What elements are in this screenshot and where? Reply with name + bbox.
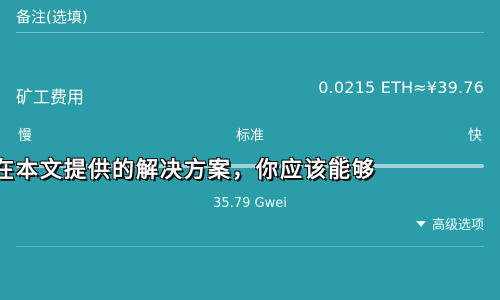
speed-standard-label: 标准 [236,128,264,144]
overlay-watermark-text: 在本文提供的解决方案，你应该能够 [0,157,377,183]
chevron-down-icon [415,220,426,227]
speed-slow-label: 慢 [18,128,32,144]
fee-label: 矿工费用 [16,88,84,108]
remark-label: 备注(选填) [16,8,88,26]
gas-price-gwei: 35.79 Gwei [213,196,287,211]
advanced-options-label: 高级选项 [431,218,484,233]
fee-value: 0.0215 ETH≈¥39.76 [318,78,484,97]
advanced-options-toggle[interactable]: 高级选项 [415,214,484,233]
bottom-divider [16,246,484,247]
remark-divider [16,32,484,33]
speed-fast-label: 快 [468,128,482,144]
